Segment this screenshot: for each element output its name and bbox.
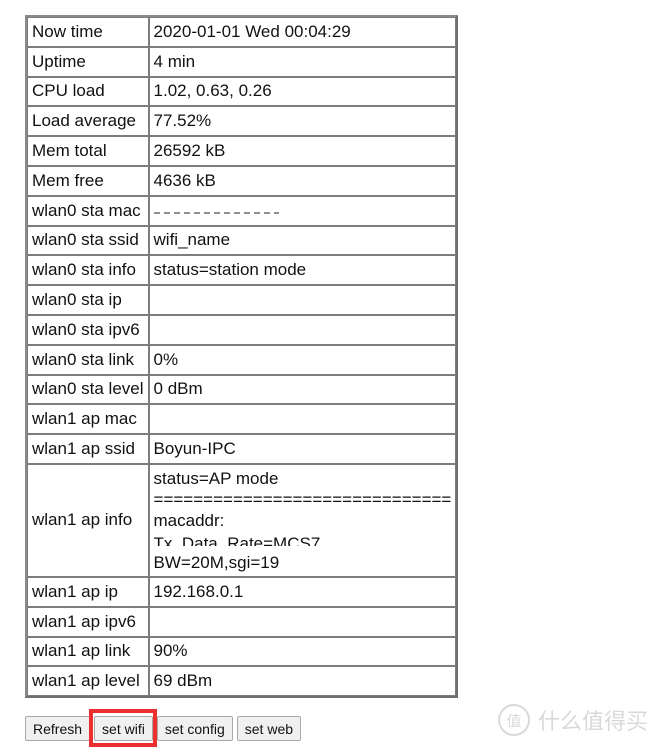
- status-table: Now time 2020-01-01 Wed 00:04:29 Uptime …: [25, 15, 459, 699]
- row-label: wlan1 ap mac: [27, 404, 149, 435]
- row-label: wlan0 sta ipv6: [27, 314, 149, 345]
- row-value-now-time: 2020-01-01 Wed 00:04:29: [148, 17, 457, 47]
- row-value-wlan0-sta-ipv6: [148, 314, 457, 345]
- row-value-wlan0-sta-info: status=station mode: [148, 255, 457, 286]
- set-wifi-button[interactable]: set wifi: [94, 716, 153, 741]
- redacted-mac: xx:xx:xx:xx:xx:xx: [153, 201, 280, 221]
- table-row: wlan0 sta level 0 dBm: [27, 374, 457, 405]
- row-value-load-average: 77.52%: [148, 106, 457, 137]
- table-row: Now time 2020-01-01 Wed 00:04:29: [27, 17, 457, 47]
- row-label: wlan1 ap info: [27, 463, 149, 577]
- table-row: CPU load 1.02, 0.63, 0.26: [27, 76, 457, 107]
- table-row: Load average 77.52%: [27, 106, 457, 137]
- row-label: Now time: [27, 17, 149, 47]
- table-row: wlan0 sta mac xx:xx:xx:xx:xx:xx: [27, 195, 457, 226]
- table-row: wlan1 ap ipv6: [27, 606, 457, 637]
- ap-info-line: status=AP mode: [153, 468, 279, 488]
- table-row: Uptime 4 min: [27, 46, 457, 77]
- row-value-uptime: 4 min: [148, 46, 457, 77]
- table-row: wlan0 sta ip: [27, 285, 457, 315]
- ap-info-line: BW=20M,sgi=19: [153, 552, 280, 572]
- table-row: wlan1 ap ip 192.168.0.1: [27, 576, 457, 607]
- row-value-wlan1-ap-link: 90%: [148, 636, 457, 667]
- row-value-cpu-load: 1.02, 0.63, 0.26: [148, 76, 457, 107]
- row-value-wlan0-sta-link: 0%: [148, 344, 457, 375]
- row-label: Uptime: [27, 46, 149, 77]
- table-row: Mem total 26592 kB: [27, 136, 457, 166]
- ap-info-separator: ==============================: [153, 489, 452, 509]
- row-value-wlan1-ap-level: 69 dBm: [148, 666, 457, 697]
- refresh-button[interactable]: Refresh: [25, 716, 91, 741]
- row-value-mem-free: 4636 kB: [148, 165, 457, 196]
- watermark: 值 什么值得买: [497, 704, 648, 736]
- row-label: wlan0 sta link: [27, 344, 149, 375]
- set-web-button[interactable]: set web: [236, 716, 302, 741]
- table-row: wlan1 ap level 69 dBm: [27, 666, 457, 697]
- watermark-text: 什么值得买: [537, 710, 648, 735]
- row-value-wlan0-sta-ssid: wifi_name: [148, 225, 457, 256]
- watermark-logo-icon: 值: [497, 704, 530, 736]
- table-row: wlan0 sta ssid wifi_name: [27, 225, 457, 256]
- row-value-wlan0-sta-mac: xx:xx:xx:xx:xx:xx: [148, 195, 457, 226]
- set-wifi-highlight-wrapper: set wifi: [89, 709, 157, 747]
- row-label: Load average: [27, 106, 149, 137]
- row-label: CPU load: [27, 76, 149, 107]
- table-row: wlan0 sta ipv6: [27, 314, 457, 345]
- row-label: wlan0 sta info: [27, 255, 149, 286]
- table-row: wlan1 ap link 90%: [27, 636, 457, 667]
- row-label: Mem total: [27, 136, 149, 166]
- row-value-wlan1-ap-info: status=AP mode =========================…: [148, 463, 457, 577]
- set-config-button[interactable]: set config: [156, 716, 233, 741]
- ap-info-tx-rate: Tx_Data_Rate=MCS7: [153, 533, 321, 546]
- row-label: wlan1 ap ipv6: [27, 606, 149, 637]
- row-value-wlan1-ap-ipv6: [148, 606, 457, 637]
- row-label: Mem free: [27, 165, 149, 196]
- row-value-wlan1-ap-ssid: Boyun-IPC: [148, 434, 457, 464]
- row-label: wlan0 sta mac: [27, 195, 149, 226]
- row-value-mem-total: 26592 kB: [148, 136, 457, 166]
- row-label: wlan0 sta ssid: [27, 225, 149, 256]
- ap-info-line: macaddr:: [153, 510, 225, 530]
- row-value-wlan1-ap-ip: 192.168.0.1: [148, 576, 457, 607]
- table-row: Mem free 4636 kB: [27, 165, 457, 196]
- table-row: wlan1 ap info status=AP mode ===========…: [27, 463, 457, 577]
- row-value-wlan0-sta-ip: [148, 285, 457, 315]
- table-row: wlan0 sta link 0%: [27, 344, 457, 375]
- row-value-wlan1-ap-mac: [148, 404, 457, 435]
- table-row: wlan1 ap mac: [27, 404, 457, 435]
- ap-info-line: Tx_Data_Rate=MCS7: [154, 531, 452, 552]
- row-label: wlan0 sta level: [27, 374, 149, 405]
- table-row: wlan1 ap ssid Boyun-IPC: [27, 434, 457, 464]
- row-label: wlan1 ap level: [27, 666, 149, 697]
- row-label: wlan1 ap ip: [27, 576, 149, 607]
- row-label: wlan1 ap ssid: [27, 434, 149, 464]
- row-label: wlan0 sta ip: [27, 285, 149, 315]
- row-label: wlan1 ap link: [27, 636, 149, 667]
- button-row: Refresh set wifi set config set web: [25, 709, 305, 747]
- row-value-wlan0-sta-level: 0 dBm: [148, 374, 457, 405]
- table-row: wlan0 sta info status=station mode: [27, 255, 457, 286]
